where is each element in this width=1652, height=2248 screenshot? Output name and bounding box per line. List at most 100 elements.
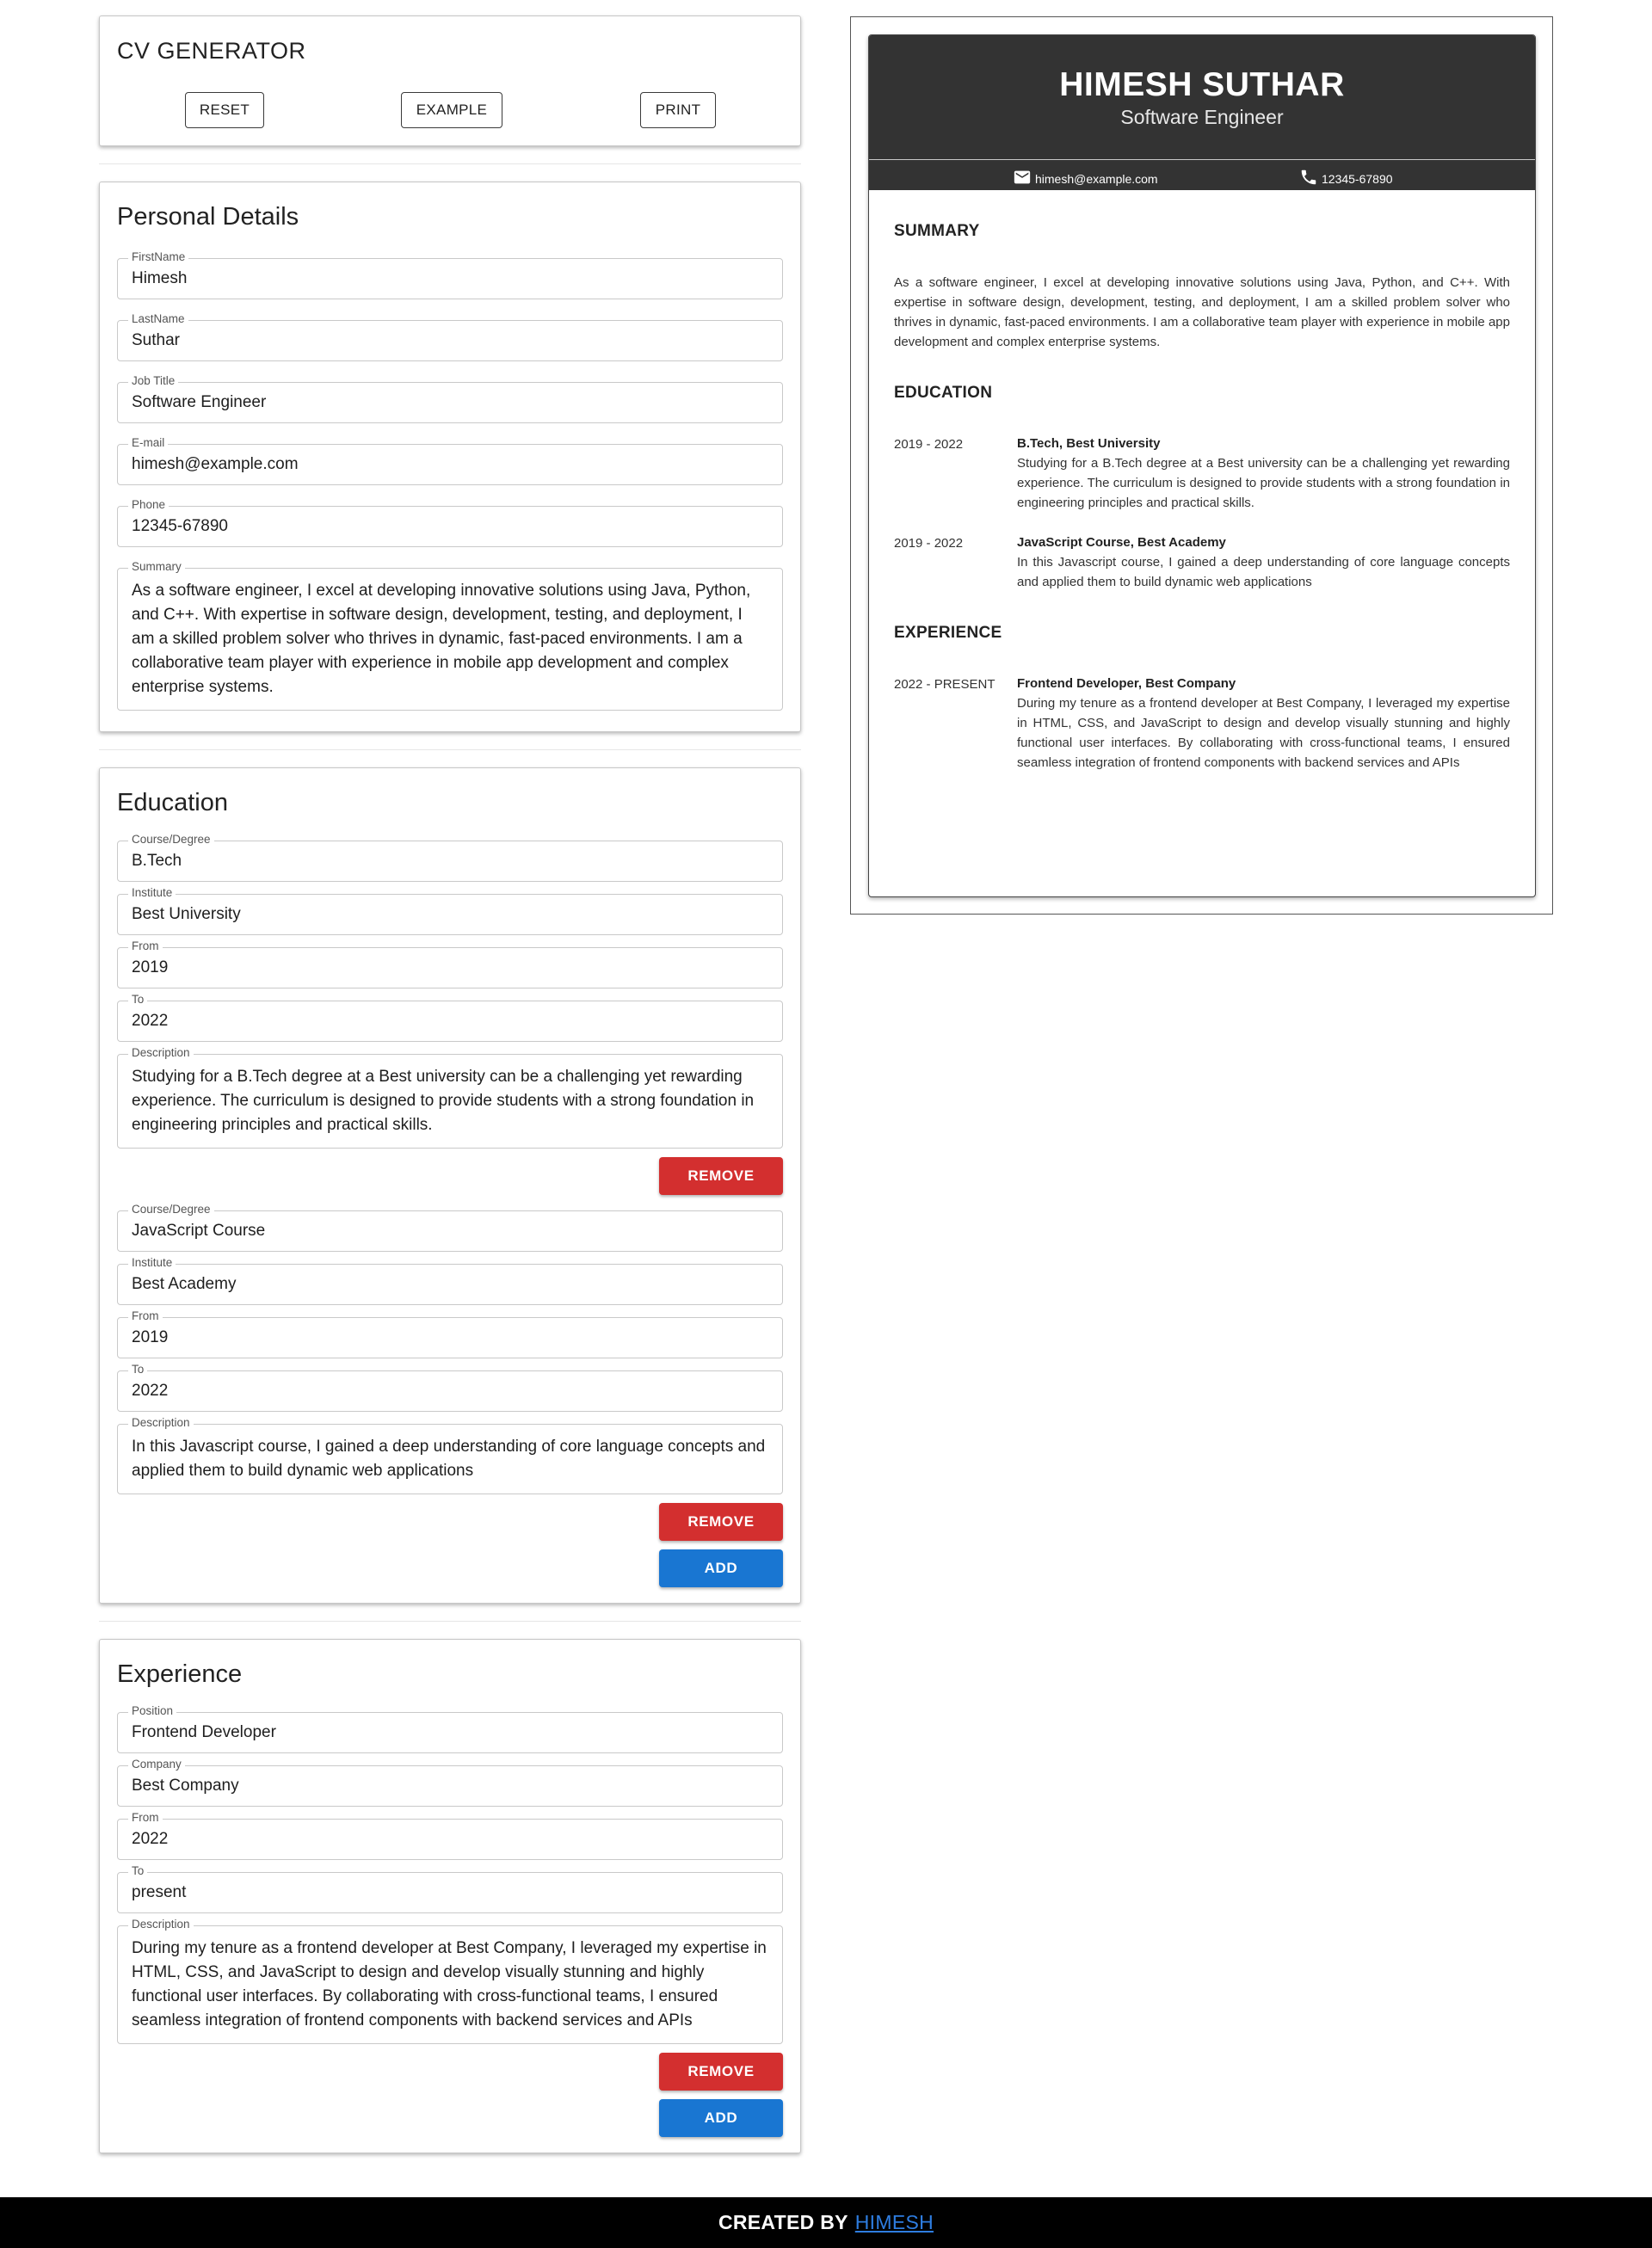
personal-details-title: Personal Details <box>117 203 299 231</box>
cv-education-entry: 2019 - 2022 B.Tech, Best University Stud… <box>894 434 1510 513</box>
field-value[interactable]: present <box>132 1882 770 1903</box>
cv-email: himesh@example.com <box>1013 168 1158 190</box>
field-value[interactable]: Best University <box>132 904 770 925</box>
cv-experience-list: 2022 - PRESENT Frontend Developer, Best … <box>894 674 1510 773</box>
field-label: To <box>128 993 148 1007</box>
field-value[interactable]: 2022 <box>132 1011 770 1032</box>
field-value[interactable]: As a software engineer, I excel at devel… <box>132 579 768 699</box>
reset-button[interactable]: RESET <box>185 92 264 128</box>
field-value[interactable]: During my tenure as a frontend developer… <box>132 1937 768 2033</box>
cv-experience-title: EXPERIENCE <box>894 624 1002 642</box>
cv-contact-bar: himesh@example.com 12345-67890 <box>869 159 1535 190</box>
field-value[interactable]: JavaScript Course <box>132 1221 770 1241</box>
email-field[interactable]: E-mail himesh@example.com <box>117 436 783 485</box>
field-value[interactable]: 2022 <box>132 1381 770 1401</box>
summary-field[interactable]: Summary As a software engineer, I excel … <box>117 560 783 711</box>
field-value[interactable]: 2019 <box>132 958 770 978</box>
position-field[interactable]: Position Frontend Developer <box>117 1704 783 1753</box>
cv-summary-title: SUMMARY <box>894 222 980 240</box>
cv-job-title: Software Engineer <box>1120 106 1284 128</box>
field-label: Course/Degree <box>128 833 214 847</box>
field-label: From <box>128 1309 163 1323</box>
field-value[interactable]: 2019 <box>132 1327 770 1348</box>
description-field[interactable]: Description During my tenure as a fronte… <box>117 1918 783 2044</box>
cv-entry-title: Frontend Developer, Best Company <box>1017 676 1236 691</box>
from-field[interactable]: From 2019 <box>117 939 783 989</box>
section-actions: ADD <box>117 2099 783 2137</box>
field-value[interactable]: 2022 <box>132 1829 770 1850</box>
field-label: To <box>128 1363 148 1377</box>
field-value[interactable]: Software Engineer <box>132 392 770 413</box>
field-label: Summary <box>128 560 185 574</box>
field-value[interactable]: Best Academy <box>132 1274 770 1295</box>
cv-body: SUMMARY As a software engineer, I excel … <box>869 221 1535 773</box>
editor-column: CV GENERATOR RESET EXAMPLE PRINT Persona… <box>99 15 801 2153</box>
field-label: FirstName <box>128 250 189 264</box>
field-value[interactable]: Best Company <box>132 1776 770 1796</box>
to-field[interactable]: To 2022 <box>117 1363 783 1412</box>
add-experience-button[interactable]: ADD <box>659 2099 783 2137</box>
cv-entry-detail: Frontend Developer, Best Company During … <box>1017 674 1510 773</box>
to-field[interactable]: To 2022 <box>117 993 783 1042</box>
field-label: Description <box>128 1918 194 1931</box>
field-value[interactable]: Himesh <box>132 268 770 289</box>
company-field[interactable]: Company Best Company <box>117 1758 783 1807</box>
section-actions: ADD <box>117 1549 783 1587</box>
first-name-field[interactable]: FirstName Himesh <box>117 250 783 299</box>
education-title: Education <box>117 789 228 816</box>
field-value[interactable]: B.Tech <box>132 851 770 871</box>
cv-entry-title: JavaScript Course, Best Academy <box>1017 535 1226 550</box>
field-label: Institute <box>128 886 176 900</box>
description-field[interactable]: Description Studying for a B.Tech degree… <box>117 1046 783 1149</box>
field-label: Institute <box>128 1256 176 1270</box>
field-value[interactable]: In this Javascript course, I gained a de… <box>132 1435 768 1483</box>
field-value[interactable]: Frontend Developer <box>132 1722 770 1743</box>
cv-education-title: EDUCATION <box>894 384 993 402</box>
header-card: CV GENERATOR RESET EXAMPLE PRINT <box>99 15 801 146</box>
description-field[interactable]: Description In this Javascript course, I… <box>117 1416 783 1494</box>
field-label: From <box>128 939 163 953</box>
add-education-button[interactable]: ADD <box>659 1549 783 1587</box>
course-field[interactable]: Course/Degree B.Tech <box>117 833 783 882</box>
from-field[interactable]: From 2022 <box>117 1811 783 1860</box>
author-link[interactable]: HIMESH <box>855 2211 934 2234</box>
last-name-field[interactable]: LastName Suthar <box>117 312 783 361</box>
phone-field[interactable]: Phone 12345-67890 <box>117 498 783 547</box>
field-label: Description <box>128 1046 194 1060</box>
entry-actions: REMOVE <box>117 2053 783 2091</box>
institute-field[interactable]: Institute Best University <box>117 886 783 935</box>
course-field[interactable]: Course/Degree JavaScript Course <box>117 1203 783 1252</box>
cv-phone: 12345-67890 <box>1299 168 1393 190</box>
remove-experience-button[interactable]: REMOVE <box>659 2053 783 2091</box>
cv-entry-description: During my tenure as a frontend developer… <box>1017 696 1510 770</box>
field-value[interactable]: Studying for a B.Tech degree at a Best u… <box>132 1065 768 1137</box>
to-field[interactable]: To present <box>117 1864 783 1913</box>
cv-entry-date: 2019 - 2022 <box>894 536 964 551</box>
example-button[interactable]: EXAMPLE <box>401 92 502 128</box>
cv-preview: HIMESH SUTHAR Software Engineer himesh@e… <box>868 34 1536 897</box>
divider <box>99 1621 801 1622</box>
top-actions: RESET EXAMPLE PRINT <box>100 92 800 130</box>
institute-field[interactable]: Institute Best Academy <box>117 1256 783 1305</box>
field-value[interactable]: Suthar <box>132 330 770 351</box>
from-field[interactable]: From 2019 <box>117 1309 783 1358</box>
cv-entry-detail: B.Tech, Best University Studying for a B… <box>1017 434 1510 513</box>
field-value[interactable]: 12345-67890 <box>132 516 770 537</box>
field-label: From <box>128 1811 163 1825</box>
remove-education-button[interactable]: REMOVE <box>659 1503 783 1541</box>
cv-summary-text: As a software engineer, I excel at devel… <box>894 275 1510 349</box>
field-label: Phone <box>128 498 170 512</box>
entry-actions: REMOVE <box>117 1503 783 1541</box>
cv-entry-description: Studying for a B.Tech degree at a Best u… <box>1017 456 1510 510</box>
education-card: Education Course/Degree B.Tech Institute… <box>99 767 801 1604</box>
remove-education-button[interactable]: REMOVE <box>659 1157 783 1195</box>
cv-education-list: 2019 - 2022 B.Tech, Best University Stud… <box>894 434 1510 592</box>
cv-entry-title: B.Tech, Best University <box>1017 436 1161 451</box>
field-value[interactable]: himesh@example.com <box>132 454 770 475</box>
cv-name: HIMESH SUTHAR <box>1059 66 1345 103</box>
entry-actions: REMOVE <box>117 1157 783 1195</box>
print-button[interactable]: PRINT <box>640 92 716 128</box>
field-label: Job Title <box>128 374 179 388</box>
field-label: Course/Degree <box>128 1203 214 1216</box>
job-title-field[interactable]: Job Title Software Engineer <box>117 374 783 423</box>
